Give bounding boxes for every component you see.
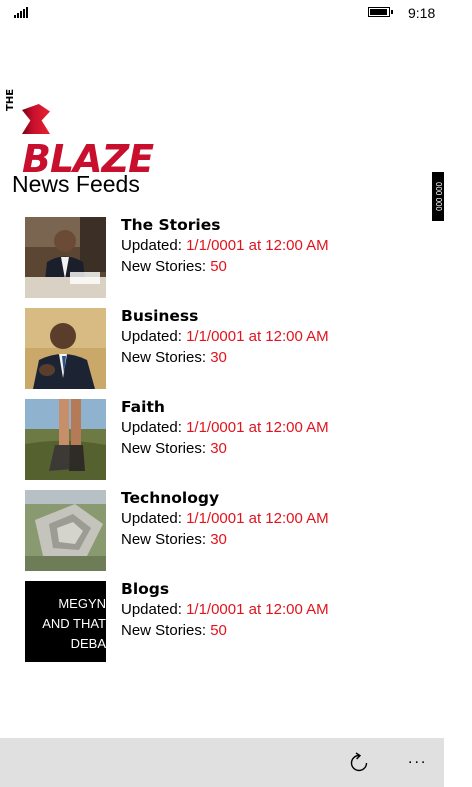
feed-item-business[interactable]: Business Updated: 1/1/0001 at 12:00 AM N… bbox=[25, 307, 445, 399]
feed-item-technology[interactable]: Technology Updated: 1/1/0001 at 12:00 AM… bbox=[25, 489, 445, 581]
thumb-text-line: AND THAT bbox=[42, 616, 106, 631]
feed-list: The Stories Updated: 1/1/0001 at 12:00 A… bbox=[25, 216, 445, 672]
updated-value: 1/1/0001 at 12:00 AM bbox=[186, 419, 329, 436]
feed-title: Faith bbox=[121, 398, 165, 416]
the-blaze-logo: THE BLAZE bbox=[5, 88, 154, 181]
refresh-icon[interactable] bbox=[348, 752, 370, 774]
new-stories-value: 50 bbox=[210, 622, 227, 639]
new-stories-value: 30 bbox=[210, 349, 227, 366]
new-stories-label: New Stories: bbox=[121, 531, 207, 548]
signal-bars-icon bbox=[14, 7, 30, 18]
updated-label: Updated: bbox=[121, 237, 182, 254]
page-title: News Feeds bbox=[12, 171, 140, 197]
battery-icon bbox=[368, 7, 393, 17]
new-stories-value: 30 bbox=[210, 531, 227, 548]
updated-value: 1/1/0001 at 12:00 AM bbox=[186, 510, 329, 527]
updated-label: Updated: bbox=[121, 601, 182, 618]
feed-thumbnail bbox=[25, 490, 106, 571]
new-stories-label: New Stories: bbox=[121, 258, 207, 275]
feed-item-faith[interactable]: Faith Updated: 1/1/0001 at 12:00 AM New … bbox=[25, 398, 445, 490]
new-stories-label: New Stories: bbox=[121, 440, 207, 457]
thumb-text-line: MEGYN bbox=[58, 596, 106, 611]
feed-title: Business bbox=[121, 307, 199, 325]
updated-label: Updated: bbox=[121, 419, 182, 436]
scroll-indicator: 000 000 bbox=[432, 172, 444, 221]
updated-label: Updated: bbox=[121, 510, 182, 527]
updated-value: 1/1/0001 at 12:00 AM bbox=[186, 237, 329, 254]
updated-value: 1/1/0001 at 12:00 AM bbox=[186, 328, 329, 345]
feed-item-blogs[interactable]: MEGYN AND THAT DEBA Blogs Updated: 1/1/0… bbox=[25, 580, 445, 672]
app-bar: ... bbox=[0, 738, 444, 787]
updated-value: 1/1/0001 at 12:00 AM bbox=[186, 601, 329, 618]
feed-item-the-stories[interactable]: The Stories Updated: 1/1/0001 at 12:00 A… bbox=[25, 216, 445, 308]
more-options-button[interactable]: ... bbox=[408, 750, 427, 768]
feed-title: Blogs bbox=[121, 580, 170, 598]
new-stories-value: 50 bbox=[210, 258, 227, 275]
new-stories-label: New Stories: bbox=[121, 622, 207, 639]
status-bar: 9:18 bbox=[0, 0, 472, 26]
feed-thumbnail bbox=[25, 217, 106, 298]
feed-title: Technology bbox=[121, 489, 220, 507]
new-stories-label: New Stories: bbox=[121, 349, 207, 366]
feed-thumbnail: MEGYN AND THAT DEBA bbox=[25, 581, 106, 662]
feed-title: The Stories bbox=[121, 216, 221, 234]
new-stories-value: 30 bbox=[210, 440, 227, 457]
thumb-text-line: DEBA bbox=[70, 636, 106, 651]
feed-thumbnail bbox=[25, 308, 106, 389]
status-time: 9:18 bbox=[408, 5, 436, 21]
feed-thumbnail bbox=[25, 399, 106, 480]
updated-label: Updated: bbox=[121, 328, 182, 345]
